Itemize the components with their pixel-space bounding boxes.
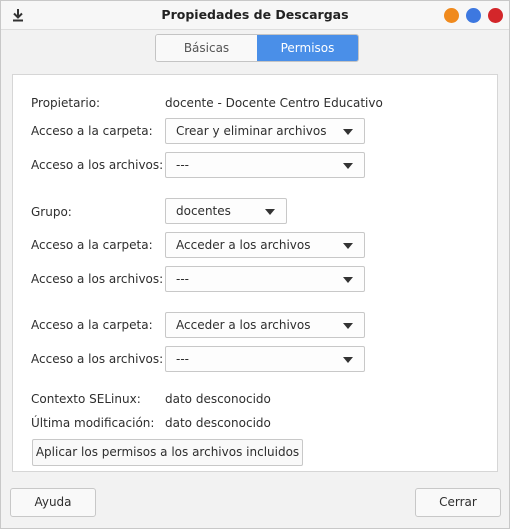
maximize-button[interactable] — [466, 8, 481, 23]
others-file-access-select[interactable]: --- — [165, 346, 365, 372]
chevron-down-icon — [343, 243, 353, 249]
tab-basicas[interactable]: Básicas — [156, 35, 257, 61]
owner-folder-access-label: Acceso a la carpeta: — [31, 124, 153, 138]
properties-window: Propiedades de Descargas Básicas Permiso… — [0, 0, 510, 529]
chevron-down-icon — [343, 163, 353, 169]
window-title: Propiedades de Descargas — [161, 7, 349, 22]
owner-file-access-label: Acceso a los archivos: — [31, 158, 164, 172]
owner-file-access-value: --- — [176, 158, 189, 172]
others-file-access-label: Acceso a los archivos: — [31, 352, 164, 366]
modified-value: dato desconocido — [165, 416, 271, 430]
group-value: docentes — [176, 204, 231, 218]
close-button[interactable]: Cerrar — [415, 488, 501, 517]
others-file-access-value: --- — [176, 352, 189, 366]
chevron-down-icon — [343, 357, 353, 363]
others-folder-access-label: Acceso a la carpeta: — [31, 318, 153, 332]
owner-folder-access-select[interactable]: Crear y eliminar archivos — [165, 118, 365, 144]
minimize-button[interactable] — [444, 8, 459, 23]
others-folder-access-select[interactable]: Acceder a los archivos — [165, 312, 365, 338]
selinux-value: dato desconocido — [165, 392, 271, 406]
chevron-down-icon — [343, 323, 353, 329]
owner-value: docente - Docente Centro Educativo — [165, 96, 383, 110]
permissions-panel: Propietario: docente - Docente Centro Ed… — [12, 74, 498, 472]
modified-label: Última modificación: — [31, 416, 155, 430]
owner-label: Propietario: — [31, 96, 101, 110]
group-file-access-select[interactable]: --- — [165, 266, 365, 292]
tab-bar: Básicas Permisos — [155, 34, 359, 62]
help-button[interactable]: Ayuda — [10, 488, 96, 517]
chevron-down-icon — [343, 277, 353, 283]
owner-folder-access-value: Crear y eliminar archivos — [176, 124, 327, 138]
tab-permisos[interactable]: Permisos — [257, 35, 358, 61]
chevron-down-icon — [343, 129, 353, 135]
close-window-button[interactable] — [488, 8, 503, 23]
others-folder-access-value: Acceder a los archivos — [176, 318, 311, 332]
selinux-label: Contexto SELinux: — [31, 392, 141, 406]
group-label: Grupo: — [31, 205, 72, 219]
chevron-down-icon — [265, 209, 275, 215]
apply-permissions-button[interactable]: Aplicar los permisos a los archivos incl… — [32, 439, 303, 466]
owner-file-access-select[interactable]: --- — [165, 152, 365, 178]
title-bar: Propiedades de Descargas — [1, 1, 509, 30]
group-file-access-value: --- — [176, 272, 189, 286]
group-file-access-label: Acceso a los archivos: — [31, 272, 164, 286]
group-folder-access-label: Acceso a la carpeta: — [31, 238, 153, 252]
group-folder-access-value: Acceder a los archivos — [176, 238, 311, 252]
group-select[interactable]: docentes — [165, 198, 287, 224]
group-folder-access-select[interactable]: Acceder a los archivos — [165, 232, 365, 258]
